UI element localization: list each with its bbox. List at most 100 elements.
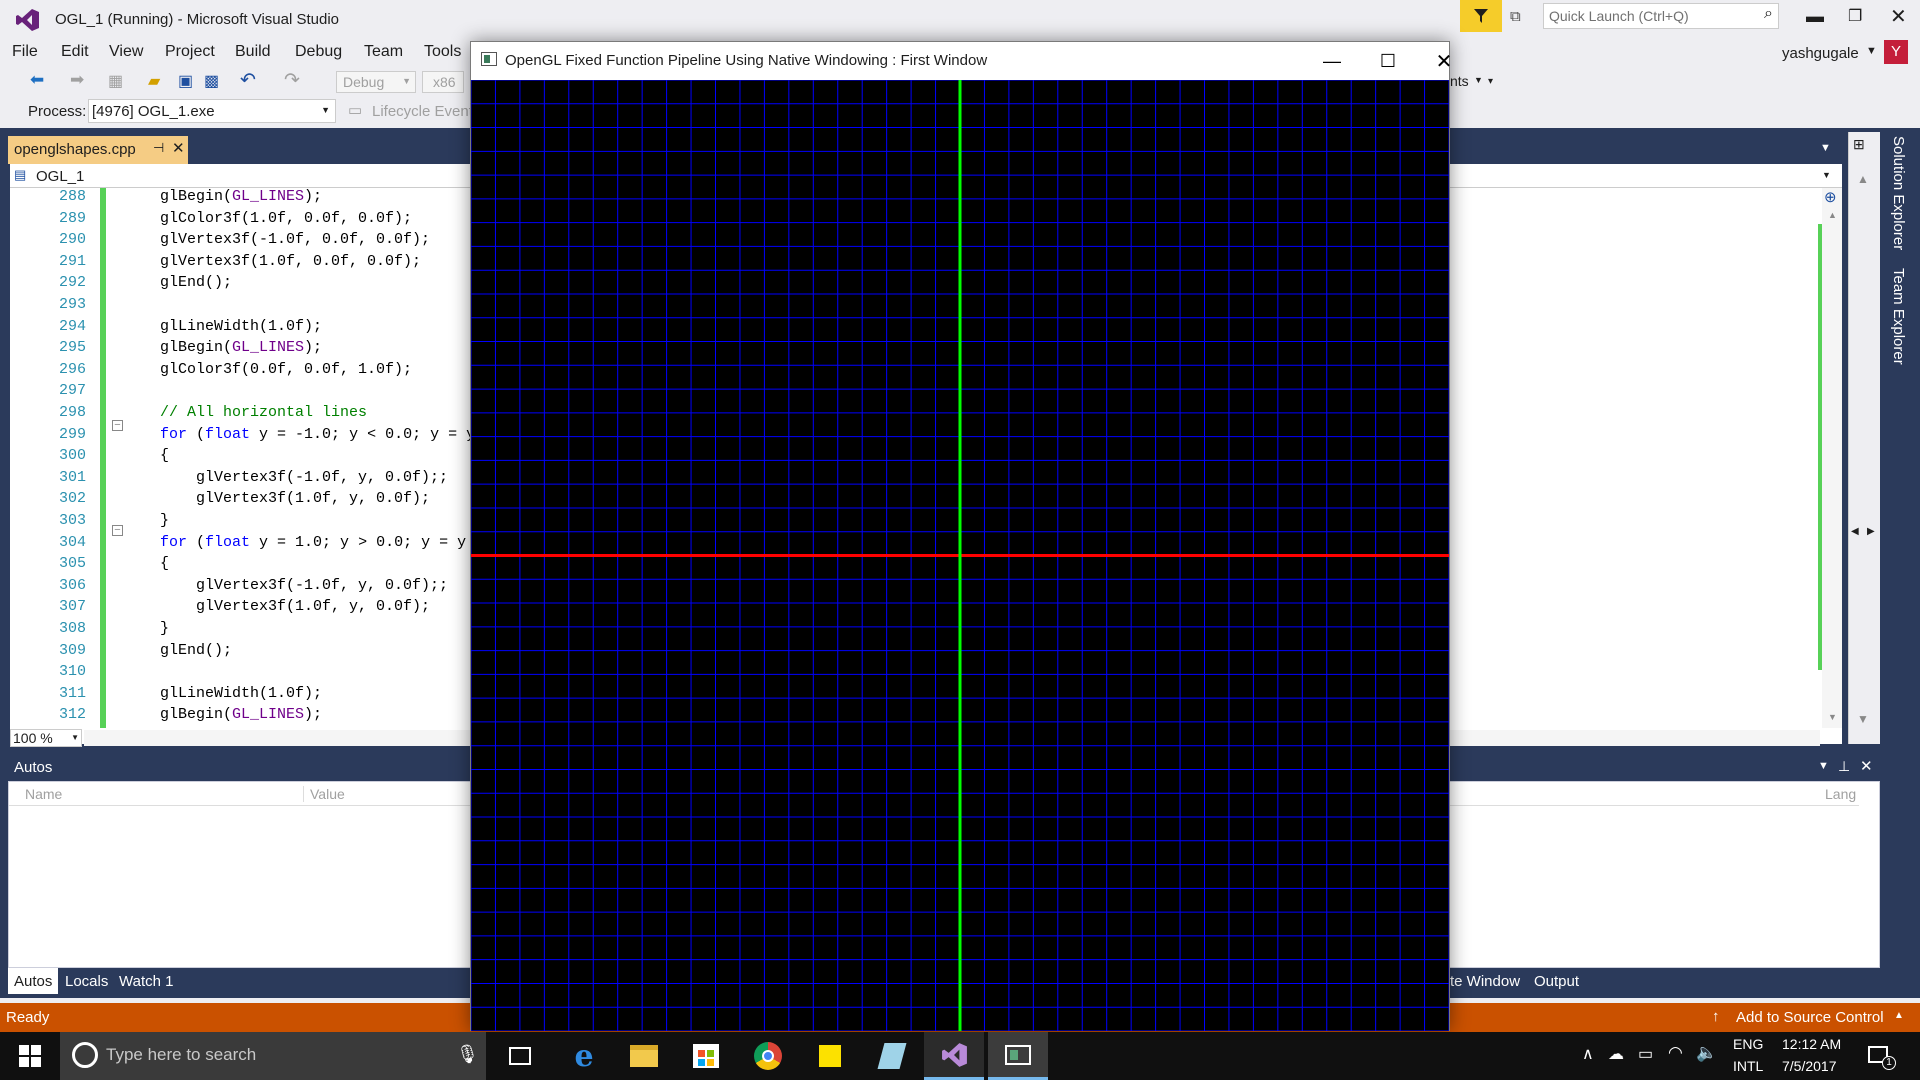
clock-date[interactable]: 7/5/2017 <box>1782 1058 1837 1074</box>
menu-tools[interactable]: Tools <box>424 43 461 61</box>
process-select[interactable]: [4976] OGL_1.exe ▼ <box>88 99 336 123</box>
close-panel-icon[interactable]: ✕ <box>1860 757 1873 775</box>
menu-build[interactable]: Build <box>235 43 271 61</box>
taskbar-store[interactable] <box>676 1032 736 1080</box>
tab-output[interactable]: Output <box>1534 973 1579 990</box>
battery-icon[interactable]: ▭ <box>1638 1044 1653 1064</box>
menu-project[interactable]: Project <box>165 43 215 61</box>
tab-autos[interactable]: Autos <box>8 968 58 994</box>
volume-icon[interactable]: 🔈 <box>1696 1043 1717 1063</box>
clock-time[interactable]: 12:12 AM <box>1782 1036 1841 1052</box>
task-view-icon <box>509 1047 531 1065</box>
minimize-icon[interactable]: ▬ <box>1806 6 1824 27</box>
chevron-down-icon[interactable]: ▼ <box>1822 170 1831 180</box>
show-hidden-icons-chevron-icon[interactable]: ∧ <box>1582 1044 1594 1064</box>
taskbar-search-box[interactable]: Type here to search 🎙 <box>60 1032 486 1080</box>
nav-scope-label[interactable]: OGL_1 <box>36 168 84 185</box>
user-chevron-down-icon[interactable]: ▼ <box>1866 45 1877 57</box>
tab-dropdown-icon[interactable]: ▼ <box>1820 142 1831 154</box>
zoom-select[interactable]: 100 % ▼ <box>10 729 82 747</box>
save-all-icon[interactable]: ▩ <box>204 71 219 91</box>
menu-edit[interactable]: Edit <box>61 43 89 61</box>
lifecycle-events-label[interactable]: Lifecycle Events <box>372 103 480 120</box>
tab-autos-label: Autos <box>14 973 53 990</box>
toolbar-overflow-chevron-icon[interactable]: ▼ <box>1474 75 1483 85</box>
wifi-icon[interactable]: ◠ <box>1668 1043 1683 1063</box>
notifications-flag-icon[interactable] <box>1460 0 1502 32</box>
taskbar-edge[interactable]: e <box>554 1032 614 1080</box>
onedrive-icon[interactable]: ☁ <box>1608 1044 1624 1064</box>
menu-team[interactable]: Team <box>364 43 403 61</box>
redo-icon[interactable]: ↷ <box>284 69 300 92</box>
search-icon: ⌕ <box>1764 5 1773 22</box>
chevron-down-icon: ▼ <box>321 105 330 115</box>
opengl-grid-render <box>471 80 1449 1031</box>
restore-icon[interactable]: ❐ <box>1848 6 1862 26</box>
tab-locals[interactable]: Locals <box>65 973 108 990</box>
quick-launch-input[interactable]: Quick Launch (Ctrl+Q) ⌕ <box>1543 3 1779 29</box>
side-tab-solution-explorer[interactable]: Solution Explorer <box>1890 136 1910 286</box>
back-icon[interactable]: ⬅ <box>30 70 44 90</box>
panel-menu-icon[interactable]: ▼ <box>1818 760 1829 772</box>
pin-icon[interactable]: ⊣ <box>153 140 164 156</box>
save-icon[interactable]: ▣ <box>178 71 193 91</box>
taskbar-visual-studio[interactable] <box>924 1032 984 1080</box>
pin-icon[interactable]: ⊞ <box>1853 136 1865 153</box>
tab-watch-1[interactable]: Watch 1 <box>119 973 173 990</box>
chevron-up-icon[interactable]: ▲ <box>1894 1010 1904 1021</box>
open-file-icon[interactable]: ▰ <box>148 71 160 91</box>
taskbar-sticky-notes[interactable] <box>800 1032 860 1080</box>
action-center-button[interactable]: 1 <box>1866 1042 1896 1070</box>
minimize-icon[interactable]: — <box>1309 42 1355 80</box>
language-top[interactable]: ENG <box>1733 1036 1763 1052</box>
close-tab-icon[interactable]: ✕ <box>172 139 185 157</box>
microphone-icon[interactable]: 🎙 <box>456 1044 479 1065</box>
toolbar-options-icon[interactable]: ▾ <box>1488 76 1493 87</box>
platform-select[interactable]: x86 <box>422 71 464 93</box>
start-button[interactable] <box>0 1032 60 1080</box>
close-icon[interactable]: ✕ <box>1421 42 1467 80</box>
column-lang[interactable]: Lang <box>1825 786 1856 802</box>
task-view-button[interactable] <box>490 1032 550 1080</box>
avatar[interactable]: Y <box>1884 40 1908 64</box>
new-project-icon[interactable]: ▦ <box>108 71 123 91</box>
side-tab-team-explorer[interactable]: Team Explorer <box>1890 268 1910 378</box>
code-text: for (float y = -1.0; y < 0.0; y = y <box>160 425 476 443</box>
close-icon[interactable]: ✕ <box>1890 4 1907 29</box>
code-text: glColor3f(1.0f, 0.0f, 0.0f); <box>160 209 413 227</box>
forward-icon[interactable]: ➡ <box>70 70 84 90</box>
vs-logo-icon <box>14 8 40 32</box>
doc-tab-openglshapes[interactable]: openglshapes.cpp ⊣ ✕ <box>8 136 188 164</box>
feedback-icon[interactable]: ⧉ <box>1510 8 1521 25</box>
scroll-left-icon[interactable]: ◀ <box>1851 526 1859 537</box>
code-text: glVertex3f(1.0f, y, 0.0f); <box>160 598 431 616</box>
solution-config-select[interactable]: Debug ▼ <box>336 71 416 93</box>
taskbar-file-explorer[interactable] <box>614 1032 674 1080</box>
code-text: glLineWidth(1.0f); <box>160 317 323 335</box>
maximize-icon[interactable]: ☐ <box>1365 42 1411 80</box>
menu-debug[interactable]: Debug <box>295 43 342 61</box>
taskbar-chrome[interactable] <box>738 1032 798 1080</box>
opengl-canvas[interactable] <box>471 80 1449 1031</box>
zoom-value: 100 % <box>13 730 53 746</box>
column-name[interactable]: Name <box>25 786 62 802</box>
pin-icon[interactable]: ⊥ <box>1838 758 1850 775</box>
undo-icon[interactable]: ↶ <box>240 69 256 92</box>
scroll-up-icon[interactable]: ▲ <box>1857 172 1869 186</box>
scroll-down-icon[interactable]: ▼ <box>1857 712 1869 726</box>
lifecycle-icon[interactable]: ▭ <box>348 101 362 119</box>
user-name[interactable]: yashgugale <box>1782 45 1859 62</box>
vs-title-text: OGL_1 (Running) - Microsoft Visual Studi… <box>55 11 340 28</box>
menu-view[interactable]: View <box>109 43 143 61</box>
add-to-source-control[interactable]: Add to Source Control <box>1736 1009 1884 1026</box>
line-number: 304 <box>58 533 86 551</box>
tab-immediate-window[interactable]: te Window <box>1450 973 1520 990</box>
menu-file[interactable]: File <box>12 43 38 61</box>
language-bottom[interactable]: INTL <box>1733 1058 1763 1074</box>
line-number: 293 <box>58 296 86 313</box>
taskbar-opengl-app[interactable] <box>988 1032 1048 1080</box>
column-value[interactable]: Value <box>303 786 345 802</box>
scroll-right-icon[interactable]: ▶ <box>1867 526 1875 537</box>
taskbar-app[interactable] <box>862 1032 922 1080</box>
opengl-title-bar[interactable]: OpenGL Fixed Function Pipeline Using Nat… <box>471 42 1452 80</box>
